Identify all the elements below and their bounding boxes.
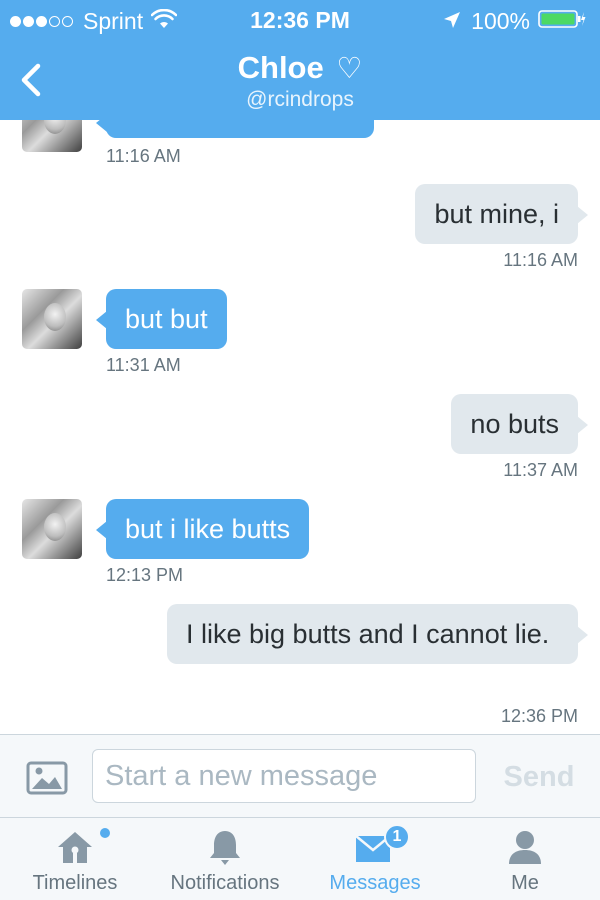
message-input[interactable] xyxy=(92,749,476,803)
avatar[interactable] xyxy=(22,499,82,559)
contact-name: Chloe xyxy=(237,50,324,85)
tab-label: Timelines xyxy=(32,872,118,894)
tab-timelines[interactable]: Timelines xyxy=(0,818,150,900)
bell-icon xyxy=(150,826,300,868)
message-bubble-received[interactable]: but but xyxy=(96,289,227,349)
message-timestamp: 11:31 AM xyxy=(106,355,181,375)
avatar[interactable] xyxy=(22,289,82,349)
message-timestamp: 12:36 PM xyxy=(500,706,578,726)
new-tweets-dot xyxy=(100,828,110,838)
message-timestamp: 11:16 AM xyxy=(106,146,181,166)
message-timestamp: 12:13 PM xyxy=(106,565,184,585)
conversation-title[interactable]: Chloe ♡ xyxy=(0,50,600,86)
home-icon xyxy=(0,826,150,868)
message-bubble-received[interactable]: but i like butts xyxy=(95,499,310,559)
message-timestamp: 11:16 AM xyxy=(503,250,578,270)
message-bubble-sent[interactable]: I like big butts and I cannot lie. xyxy=(167,604,588,664)
tab-label: Notifications xyxy=(170,872,280,894)
status-bar: Sprint 12:36 PM 100% xyxy=(0,0,600,40)
envelope-icon xyxy=(300,826,450,868)
unread-badge: 1 xyxy=(384,824,410,850)
send-button[interactable]: Send xyxy=(494,757,584,797)
message-timestamp: 11:37 AM xyxy=(503,460,578,480)
message-bubble-sent[interactable]: but mine, i xyxy=(415,184,588,244)
location-arrow-icon xyxy=(443,8,461,35)
tab-label: Messages xyxy=(329,872,421,894)
chat-header: Sprint 12:36 PM 100% Chloe ♡ @rcindrops xyxy=(0,0,600,120)
message-bubble-sent[interactable]: no buts xyxy=(451,394,588,454)
heart-symbol: ♡ xyxy=(336,53,363,85)
battery-percent: 100% xyxy=(471,8,530,34)
tab-messages[interactable]: 1 Messages xyxy=(300,818,450,900)
tab-bar: Timelines Notifications 1 Messages Me xyxy=(0,818,600,900)
person-icon xyxy=(450,826,600,868)
tab-notifications[interactable]: Notifications xyxy=(150,818,300,900)
photo-icon[interactable] xyxy=(26,761,68,795)
tab-me[interactable]: Me xyxy=(450,818,600,900)
message-composer: Send xyxy=(0,734,600,818)
tab-label: Me xyxy=(511,872,539,894)
battery-icon xyxy=(538,8,586,35)
status-right: 100% xyxy=(443,8,586,35)
contact-handle: @rcindrops xyxy=(246,88,354,111)
